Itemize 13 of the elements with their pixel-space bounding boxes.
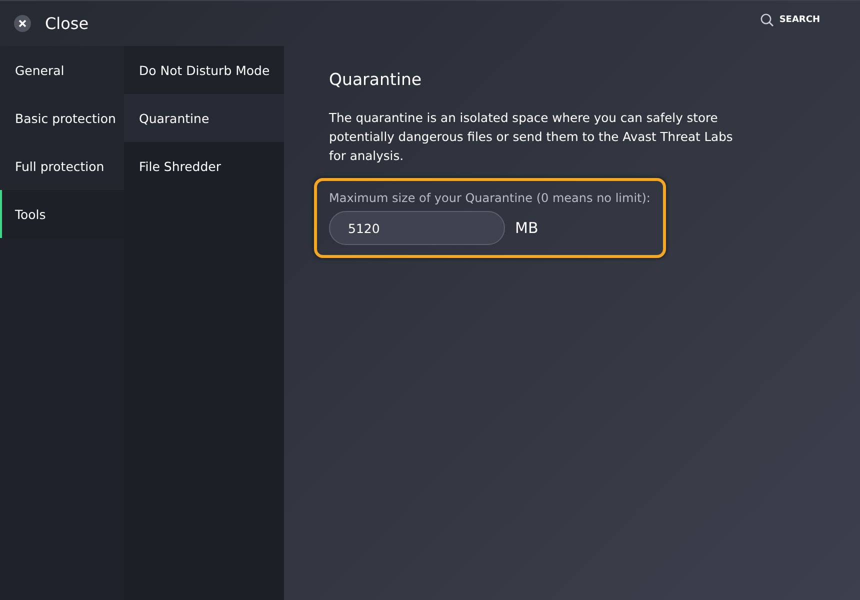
category-tab[interactable]: General	[0, 46, 124, 94]
unit-label: MB	[515, 219, 538, 237]
section-title: Quarantine	[329, 70, 423, 89]
search-button[interactable]: SEARCH	[760, 12, 820, 26]
field-label: Maximum size of your Quarantine (0 means no limit):	[329, 191, 650, 205]
size-input[interactable]: 5120	[329, 211, 505, 245]
search-icon	[760, 12, 774, 26]
category-tab[interactable]: Basic protection	[0, 94, 124, 142]
section-description: The quarantine is an isolated space where you can safely store potentially dangerous files or send them to the Avast Threat Labs for analysis.	[329, 110, 734, 165]
close-button[interactable]: Close	[14, 14, 89, 33]
category-tab[interactable]: Full protection	[0, 142, 124, 190]
subcategory-tab[interactable]: Quarantine	[124, 94, 284, 142]
close-icon	[14, 15, 31, 32]
